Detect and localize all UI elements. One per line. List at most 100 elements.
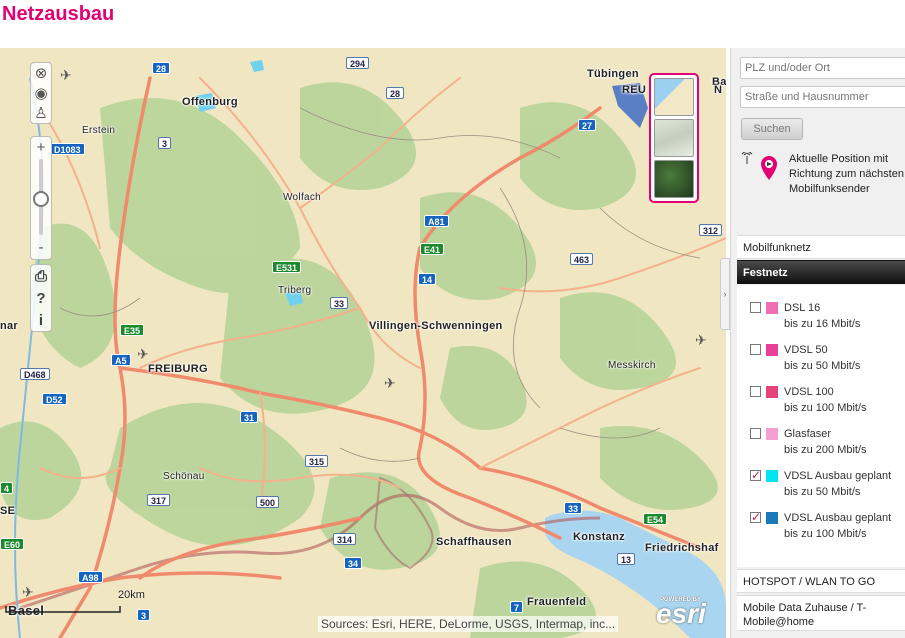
road-shield: 28 [386, 87, 405, 99]
basemap-street-thumb[interactable] [654, 78, 694, 116]
basemap-switcher [649, 73, 699, 203]
map-label-messkirch: Messkirch [608, 360, 656, 371]
map-label-nar: nar [0, 320, 19, 332]
road-shield: E54 [643, 513, 668, 525]
road-shield: 34 [344, 557, 363, 569]
svg-text:✈: ✈ [695, 333, 707, 349]
road-shield: 33 [564, 502, 583, 514]
road-shield: 14 [418, 273, 437, 285]
page-title: Netzausbau [2, 3, 115, 25]
accordion-mobilfunknetz[interactable]: Mobilfunknetz [737, 235, 905, 259]
map-label-freiburg: FREIBURG [148, 363, 208, 375]
road-shield: 27 [578, 119, 597, 131]
festnetz-item-speed: bis zu 50 Mbit/s [784, 486, 861, 498]
road-shield: 33 [330, 297, 349, 309]
zoom-out-button[interactable]: - [31, 237, 51, 257]
svg-text:✈: ✈ [60, 68, 72, 84]
map-label-reu: REU [622, 84, 647, 96]
map-view[interactable]: ✈ ✈ ✈ ✈ ✈ Tübingen Offenburg Erstein Wol… [0, 48, 726, 638]
zoom-in-button[interactable]: + [31, 137, 51, 157]
map-label-villingen: Villingen-Schwenningen [369, 320, 503, 332]
road-shield: 312 [699, 224, 723, 236]
festnetz-item-speed: bis zu 200 Mbit/s [784, 444, 867, 456]
road-shield: 463 [570, 253, 594, 265]
sidebar: Suchen Aktuelle Position mit Richtung zu… [730, 48, 905, 638]
road-shield: A98 [78, 571, 103, 583]
road-shield: 3 [137, 609, 151, 621]
map-label-schoenau: Schönau [163, 471, 205, 482]
chevron-right-icon: › [723, 289, 727, 299]
festnetz-checkbox[interactable] [750, 302, 761, 313]
festnetz-item-label: VDSL Ausbau geplant [784, 512, 892, 524]
road-shield: D468 [20, 368, 50, 380]
festnetz-item-speed: bis zu 100 Mbit/s [784, 402, 867, 414]
road-shield: 4 [0, 482, 14, 494]
zoom-slider[interactable] [33, 159, 49, 235]
road-shield: E35 [120, 324, 145, 336]
festnetz-checkbox[interactable] [750, 467, 761, 483]
map-attribution: Sources: Esri, HERE, DeLorme, USGS, Inte… [318, 616, 619, 632]
legend-swatch [766, 470, 778, 482]
search-button[interactable]: Suchen [741, 118, 803, 140]
road-shield: 500 [256, 496, 280, 508]
gps-position-text: Aktuelle Position mit Richtung zum nächs… [789, 153, 904, 195]
locate-icon[interactable]: ◉ [31, 83, 51, 103]
festnetz-checkbox[interactable] [750, 386, 761, 397]
info-icon[interactable]: i [31, 309, 51, 331]
road-shield: 317 [147, 494, 171, 506]
map-label-triberg: Triberg [278, 285, 312, 296]
accordion-festnetz[interactable]: Festnetz [737, 260, 905, 284]
road-shield: E41 [420, 243, 445, 255]
festnetz-item-speed: bis zu 50 Mbit/s [784, 360, 861, 372]
svg-text:✈: ✈ [384, 376, 396, 392]
svg-text:✈: ✈ [137, 347, 149, 363]
basemap-satellite-thumb[interactable] [654, 160, 694, 198]
festnetz-checkbox[interactable] [750, 428, 761, 439]
legend-swatch [766, 302, 778, 314]
esri-logo: esri [656, 598, 706, 629]
road-shield: E531 [272, 261, 302, 273]
map-tiles: ✈ ✈ ✈ ✈ ✈ [0, 48, 726, 638]
festnetz-item-label: VDSL Ausbau geplant [784, 470, 892, 482]
help-icon[interactable]: ? [31, 287, 51, 309]
festnetz-checkbox[interactable] [750, 344, 761, 355]
road-shield: 294 [346, 57, 370, 69]
plz-input[interactable] [740, 57, 905, 79]
road-shield: E60 [0, 538, 25, 550]
road-shield: 13 [617, 553, 636, 565]
legend-swatch [766, 386, 778, 398]
road-shield: D1083 [50, 143, 85, 155]
svg-text:✈: ✈ [22, 585, 34, 601]
print-icon[interactable]: ⎙ [31, 265, 51, 287]
map-label-frauenfeld: Frauenfeld [527, 596, 587, 608]
road-shield: D52 [42, 393, 67, 405]
person-icon[interactable]: ♙ [31, 103, 51, 123]
legend-swatch [766, 512, 778, 524]
tools-controls: ⎙ ? i [30, 264, 52, 332]
sidebar-collapse-handle[interactable]: › [720, 258, 730, 330]
festnetz-item-label: VDSL 50 [784, 344, 828, 356]
road-shield: 3 [158, 137, 172, 149]
accordion-hotspot[interactable]: HOTSPOT / WLAN TO GO [737, 569, 905, 593]
map-label-tuebingen: Tübingen [587, 68, 639, 80]
basemap-topo-thumb[interactable] [654, 119, 694, 157]
map-label-erstein: Erstein [82, 125, 116, 136]
road-shield: 314 [333, 533, 357, 545]
map-label-friedrichshafen: Friedrichshaf [645, 542, 719, 554]
location-pin-icon [741, 152, 777, 180]
road-shield: A81 [424, 215, 449, 227]
road-shield: A5 [111, 354, 131, 366]
road-shield: 31 [240, 411, 259, 423]
accordion-mobile-data[interactable]: Mobile Data Zuhause / T-Mobile@home [737, 595, 905, 631]
zoom-slider-handle[interactable] [33, 191, 49, 207]
full-extent-icon[interactable]: ⊗ [31, 63, 51, 83]
festnetz-checkbox[interactable] [750, 509, 761, 525]
zoom-control: + - [30, 136, 52, 260]
map-label-offenburg: Offenburg [182, 96, 238, 108]
map-label-wolfach: Wolfach [283, 192, 322, 203]
festnetz-item-label: DSL 16 [784, 302, 821, 314]
scale-bar [5, 606, 121, 613]
festnetz-item-label: Glasfaser [784, 428, 832, 440]
nav-controls: ⊗ ◉ ♙ [30, 62, 52, 124]
street-input[interactable] [740, 86, 905, 108]
